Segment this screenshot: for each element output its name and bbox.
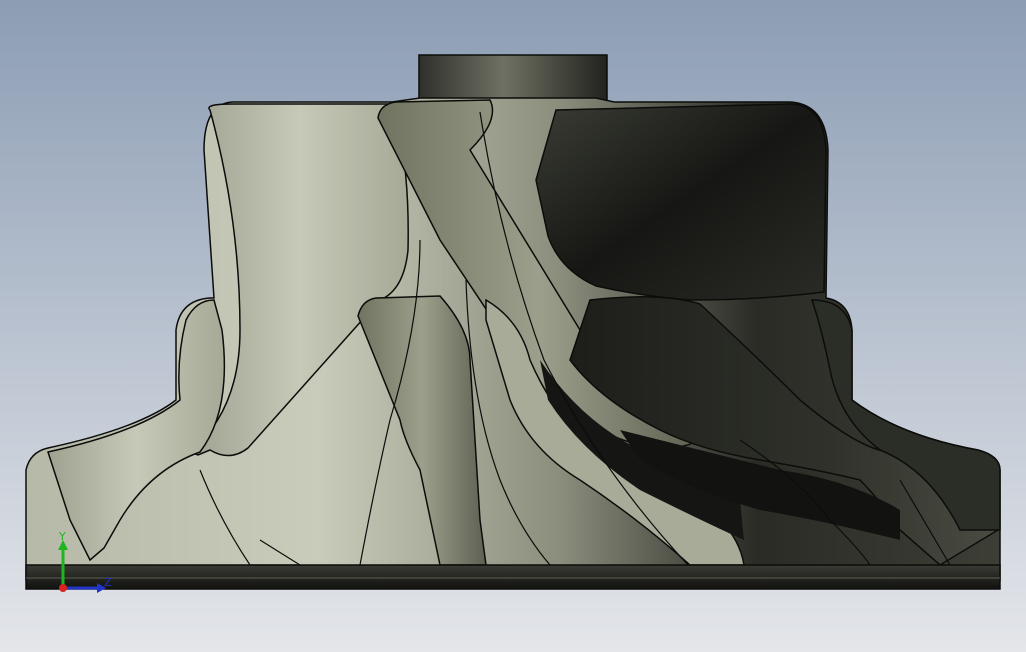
z-axis-label: Z	[104, 576, 112, 589]
triad-origin	[59, 584, 67, 592]
model-scene[interactable]	[0, 0, 1026, 652]
right-blade-upper[interactable]	[535, 103, 827, 301]
3d-viewport[interactable]: Y Z	[0, 0, 1026, 652]
orientation-triad[interactable]: Y Z	[48, 528, 118, 600]
impeller-base[interactable]	[25, 564, 1001, 590]
y-axis-label: Y	[58, 530, 66, 543]
